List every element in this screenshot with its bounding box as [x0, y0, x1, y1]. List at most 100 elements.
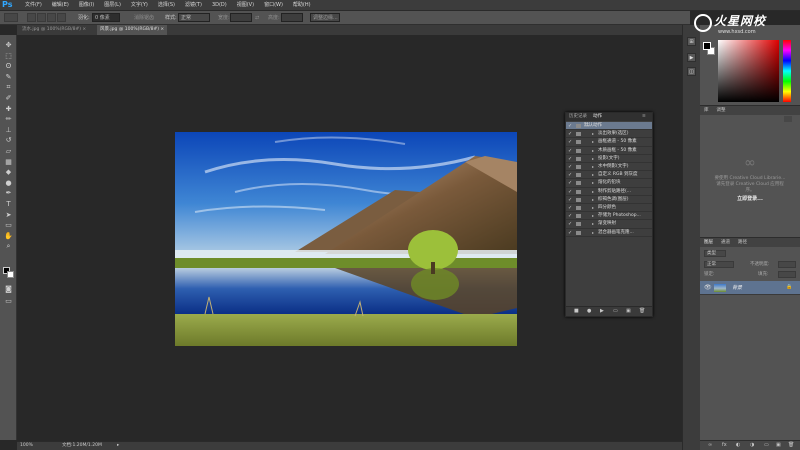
trash-icon[interactable]: 🗑	[788, 442, 794, 448]
marquee-tool-icon[interactable]: ⬚	[3, 52, 14, 61]
check-icon[interactable]: ✓	[568, 196, 574, 204]
expand-triangle-icon[interactable]: ▸	[592, 155, 594, 163]
link-icon[interactable]: ∞	[708, 442, 712, 448]
subtract-selection-icon[interactable]	[47, 13, 56, 22]
menu-item[interactable]: 选择(S)	[153, 0, 180, 11]
action-row[interactable]: ✓ ▸ 熔化的铅块	[566, 179, 652, 188]
expand-triangle-icon[interactable]: ▸	[592, 220, 594, 228]
check-icon[interactable]: ✓	[568, 122, 574, 130]
check-icon[interactable]: ✓	[568, 220, 574, 228]
shape-tool-icon[interactable]: ▭	[3, 221, 14, 230]
antialias-checkbox[interactable]: 消除锯齿	[134, 13, 154, 23]
dialog-toggle-icon[interactable]	[576, 132, 581, 137]
mask-icon[interactable]: ◐	[736, 442, 740, 448]
intersect-selection-icon[interactable]	[57, 13, 66, 22]
properties-icon[interactable]: ◫	[687, 67, 696, 76]
tab-history[interactable]: 历史记录	[569, 113, 587, 121]
dialog-toggle-icon[interactable]	[576, 165, 581, 169]
background-color-icon[interactable]	[7, 271, 14, 278]
hue-slider[interactable]	[783, 40, 791, 102]
expand-triangle-icon[interactable]: ▸	[592, 171, 594, 179]
feather-input[interactable]: 0 像素	[92, 13, 120, 22]
check-icon[interactable]: ✓	[568, 204, 574, 212]
tab-channels[interactable]: 通道	[717, 240, 734, 245]
fill-input[interactable]	[778, 271, 796, 278]
expand-triangle-icon[interactable]: ▸	[592, 204, 594, 212]
library-select[interactable]	[784, 116, 792, 122]
record-icon[interactable]: ●	[587, 308, 591, 314]
new-set-icon[interactable]: ▭	[613, 308, 618, 314]
menu-item[interactable]: 视图(V)	[232, 0, 259, 11]
type-tool-icon[interactable]: T	[3, 200, 14, 209]
landscape-photo[interactable]	[175, 132, 517, 346]
brush-tool-icon[interactable]: ✏	[3, 115, 14, 124]
new-layer-icon[interactable]: ▣	[776, 442, 781, 448]
marquee-tool-preset-icon[interactable]	[4, 13, 18, 22]
action-row[interactable]: ✓ ▸ 投影(文字)	[566, 155, 652, 163]
action-row[interactable]: ✓ ▸ 水中倒影(文字)	[566, 163, 652, 172]
expand-triangle-icon[interactable]: ▸	[592, 212, 594, 220]
action-row[interactable]: ✓ ▸ 渐变映射	[566, 220, 652, 229]
healing-tool-icon[interactable]: ✚	[3, 105, 14, 114]
menu-item[interactable]: 图像(I)	[74, 0, 99, 11]
expand-triangle-icon[interactable]: ▸	[592, 138, 594, 146]
check-icon[interactable]: ✓	[568, 229, 574, 237]
dialog-toggle-icon[interactable]	[576, 214, 581, 219]
expand-triangle-icon[interactable]: ▸	[592, 163, 594, 171]
action-row[interactable]: ✓ ▸ 木质画框 - 50 像素	[566, 147, 652, 155]
expand-triangle-icon[interactable]: ▸	[592, 188, 594, 196]
quick-select-tool-icon[interactable]: ✎	[3, 73, 14, 82]
action-row[interactable]: ✓ ▸ 存储为 Photoshop...	[566, 212, 652, 221]
lasso-tool-icon[interactable]: ʘ	[3, 62, 14, 71]
tab-fengjing[interactable]: 风景.jpg @ 100%(RGB/8#) ×	[97, 25, 168, 35]
panel-menu-icon[interactable]: ≡	[642, 113, 646, 121]
color-picker-field[interactable]	[718, 40, 779, 102]
status-menu-icon[interactable]: ▸	[117, 442, 119, 450]
menu-item[interactable]: 窗口(W)	[259, 0, 288, 11]
path-select-tool-icon[interactable]: ➤	[3, 211, 14, 220]
fx-icon[interactable]: fx	[722, 442, 727, 448]
screen-mode-icon[interactable]: ▭	[3, 297, 14, 306]
tab-paths[interactable]: 路径	[734, 240, 751, 245]
dodge-tool-icon[interactable]: ●	[3, 179, 14, 188]
menu-item[interactable]: 图层(L)	[99, 0, 126, 11]
hand-tool-icon[interactable]: ✋	[3, 232, 14, 241]
check-icon[interactable]: ✓	[568, 147, 574, 155]
action-row[interactable]: ✓ ▸ 淡出效果(选区)	[566, 130, 652, 139]
check-icon[interactable]: ✓	[568, 138, 574, 146]
add-selection-icon[interactable]	[37, 13, 46, 22]
eyedropper-tool-icon[interactable]: ✐	[3, 94, 14, 103]
history-brush-tool-icon[interactable]: ↺	[3, 136, 14, 145]
height-input[interactable]	[281, 13, 303, 22]
expand-triangle-icon[interactable]: ▸	[592, 196, 594, 204]
check-icon[interactable]: ✓	[568, 179, 574, 187]
play-icon[interactable]: ▶	[600, 308, 604, 314]
check-icon[interactable]: ✓	[568, 212, 574, 220]
dialog-toggle-icon[interactable]	[576, 230, 581, 235]
refine-edge-button[interactable]: 调整边缘...	[310, 13, 340, 22]
eye-icon[interactable]: 👁	[704, 284, 712, 291]
tab-actions[interactable]: 动作	[593, 113, 602, 121]
dialog-toggle-icon[interactable]	[576, 148, 581, 153]
dialog-toggle-icon[interactable]	[576, 140, 581, 145]
opacity-input[interactable]	[778, 261, 796, 268]
stop-icon[interactable]: ■	[574, 308, 579, 314]
dialog-toggle-icon[interactable]	[576, 197, 581, 202]
new-selection-icon[interactable]	[27, 13, 36, 22]
dialog-toggle-icon[interactable]	[576, 124, 581, 128]
menu-item[interactable]: 3D(D)	[207, 0, 232, 11]
check-icon[interactable]: ✓	[568, 188, 574, 196]
tab-libraries[interactable]: 库	[700, 108, 713, 113]
tab-liushui[interactable]: 流水.jpg @ 100%(RGB/8#) ×	[19, 25, 90, 35]
dialog-toggle-icon[interactable]	[576, 173, 581, 178]
tab-layers[interactable]: 图层	[700, 240, 717, 245]
pen-tool-icon[interactable]: ✒	[3, 189, 14, 198]
crop-tool-icon[interactable]: ⌗	[3, 83, 14, 92]
close-icon[interactable]: ×	[160, 27, 164, 32]
check-icon[interactable]: ✓	[568, 155, 574, 163]
zoom-level[interactable]: 100%	[20, 442, 33, 450]
action-row[interactable]: ✓ ▸ 制作剪贴路径(...	[566, 188, 652, 196]
dialog-toggle-icon[interactable]	[576, 206, 581, 210]
quick-mask-icon[interactable]: ◙	[3, 285, 14, 294]
dialog-toggle-icon[interactable]	[576, 181, 581, 186]
